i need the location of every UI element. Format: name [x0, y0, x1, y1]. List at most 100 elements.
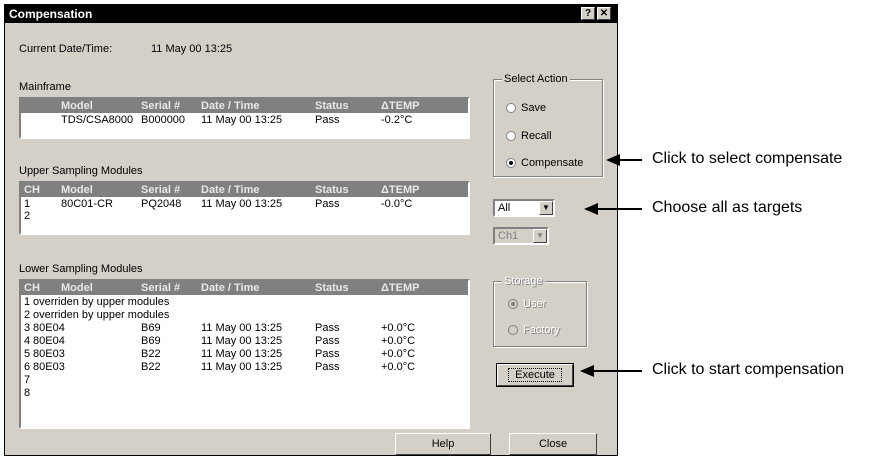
col-status: Status: [315, 184, 349, 196]
current-datetime-label: Current Date/Time:: [19, 43, 113, 55]
cell-serial: B69: [141, 335, 161, 347]
compensation-dialog: Compensation ? ✕ Current Date/Time: 11 M…: [4, 4, 618, 456]
col-model: Model: [61, 184, 93, 196]
cell-temp: -0.0°C: [381, 198, 413, 210]
close-button-label: Close: [538, 438, 568, 450]
cell-datetime: 11 May 00 13:25: [201, 335, 283, 347]
cell-ch: 2: [24, 309, 31, 321]
col-ch: CH: [24, 184, 40, 196]
table-row[interactable]: 2 overriden by upper modules: [21, 309, 468, 321]
col-status: Status: [315, 100, 349, 112]
title-bar: Compensation ? ✕: [5, 5, 617, 23]
cell-datetime: 11 May 00 13:25: [201, 198, 283, 210]
table-row[interactable]: 5 80E03 B22 11 May 00 13:25 Pass +0.0°C: [21, 348, 468, 360]
cell-temp: +0.0°C: [381, 348, 416, 360]
cell-ch: 1: [24, 198, 31, 210]
cell-model: 80C01-CR: [61, 198, 113, 210]
cell-status: Pass: [315, 348, 340, 360]
table-row[interactable]: 3 80E04 B69 11 May 00 13:25 Pass +0.0°C: [21, 322, 468, 334]
cell-serial: B69: [141, 322, 161, 334]
close-button[interactable]: Close: [509, 433, 597, 455]
cell-temp: +0.0°C: [381, 322, 416, 334]
col-datetime: Date / Time: [201, 100, 260, 112]
col-serial: Serial #: [141, 184, 181, 196]
table-row[interactable]: 2: [21, 210, 468, 222]
cell-ch: 2: [24, 210, 31, 222]
target-select[interactable]: All ▼: [493, 199, 555, 217]
arrow-targets-line: [596, 208, 642, 210]
cell-model: TDS/CSA8000: [61, 114, 134, 126]
radio-save[interactable]: Save: [506, 102, 546, 114]
radio-user-label: User: [523, 298, 547, 310]
col-serial: Serial #: [141, 100, 181, 112]
help-button[interactable]: Help: [395, 433, 491, 455]
cell-datetime: 11 May 00 13:25: [201, 114, 283, 126]
radio-factory: Factory: [508, 324, 560, 336]
upper-modules-label: Upper Sampling Modules: [19, 165, 143, 177]
radio-user-dot: [508, 299, 518, 310]
radio-recall-label: Recall: [521, 130, 552, 142]
close-title-button[interactable]: ✕: [597, 7, 611, 20]
channel-select: Ch1 ▼: [493, 227, 549, 245]
table-row[interactable]: 7: [21, 374, 468, 386]
cell-temp: -0.2°C: [381, 114, 413, 126]
cell-datetime: 11 May 00 13:25: [201, 348, 283, 360]
table-row[interactable]: 8: [21, 387, 468, 399]
cell-status: Pass: [315, 198, 340, 210]
callout-compensate: Click to select compensate: [652, 150, 843, 167]
cell-ch: 4: [24, 335, 31, 347]
chevron-down-icon: ▼: [533, 229, 547, 243]
cell-status: Pass: [315, 322, 340, 334]
chevron-down-icon[interactable]: ▼: [539, 201, 553, 215]
storage-title: Storage: [502, 275, 545, 287]
cell-serial: B22: [141, 348, 161, 360]
arrow-compensate-line: [618, 159, 642, 161]
table-row[interactable]: 1 overriden by upper modules: [21, 296, 468, 308]
current-datetime-value: 11 May 00 13:25: [151, 43, 233, 55]
select-action-title: Select Action: [502, 73, 570, 85]
col-datetime: Date / Time: [201, 282, 260, 294]
col-model: Model: [61, 282, 93, 294]
table-row[interactable]: 6 80E03 B22 11 May 00 13:25 Pass +0.0°C: [21, 361, 468, 373]
col-ch: CH: [24, 282, 40, 294]
cell-model: 80E04: [33, 322, 65, 334]
radio-compensate[interactable]: Compensate: [506, 157, 583, 169]
cell-model: 80E03: [33, 361, 65, 373]
table-header: CH Model Serial # Date / Time Status ΔTE…: [21, 183, 468, 197]
cell-serial: B22: [141, 361, 161, 373]
table-row[interactable]: 1 80C01-CR PQ2048 11 May 00 13:25 Pass -…: [21, 198, 468, 210]
cell-model: 80E04: [33, 335, 65, 347]
table-row[interactable]: 4 80E04 B69 11 May 00 13:25 Pass +0.0°C: [21, 335, 468, 347]
help-title-button[interactable]: ?: [581, 7, 595, 20]
col-serial: Serial #: [141, 282, 181, 294]
col-temp: ΔTEMP: [381, 100, 420, 112]
radio-compensate-dot[interactable]: [506, 158, 516, 169]
execute-button[interactable]: Execute: [496, 363, 574, 387]
cell-status: Pass: [315, 114, 340, 126]
cell-ch: 8: [24, 387, 31, 399]
cell-model: overriden by upper modules: [33, 296, 170, 308]
radio-save-label: Save: [521, 102, 547, 114]
lower-modules-label: Lower Sampling Modules: [19, 263, 143, 275]
radio-factory-dot: [508, 325, 518, 336]
storage-group: Storage User Factory: [493, 275, 587, 347]
col-temp: ΔTEMP: [381, 184, 420, 196]
radio-save-dot[interactable]: [506, 103, 516, 114]
callout-targets: Choose all as targets: [652, 199, 803, 216]
window-title: Compensation: [9, 7, 93, 21]
cell-ch: 3: [24, 322, 31, 334]
cell-datetime: 11 May 00 13:25: [201, 361, 283, 373]
cell-datetime: 11 May 00 13:25: [201, 322, 283, 334]
radio-user: User: [508, 298, 546, 310]
cell-ch: 7: [24, 374, 31, 386]
cell-temp: +0.0°C: [381, 335, 416, 347]
radio-recall[interactable]: Recall: [506, 130, 552, 142]
help-button-label: Help: [431, 438, 455, 450]
cell-status: Pass: [315, 335, 340, 347]
radio-recall-dot[interactable]: [506, 131, 516, 142]
radio-factory-label: Factory: [523, 324, 560, 336]
cell-temp: +0.0°C: [381, 361, 416, 373]
cell-model: overriden by upper modules: [33, 309, 170, 321]
mainframe-label: Mainframe: [19, 81, 71, 93]
table-row[interactable]: TDS/CSA8000 B000000 11 May 00 13:25 Pass…: [21, 114, 468, 126]
